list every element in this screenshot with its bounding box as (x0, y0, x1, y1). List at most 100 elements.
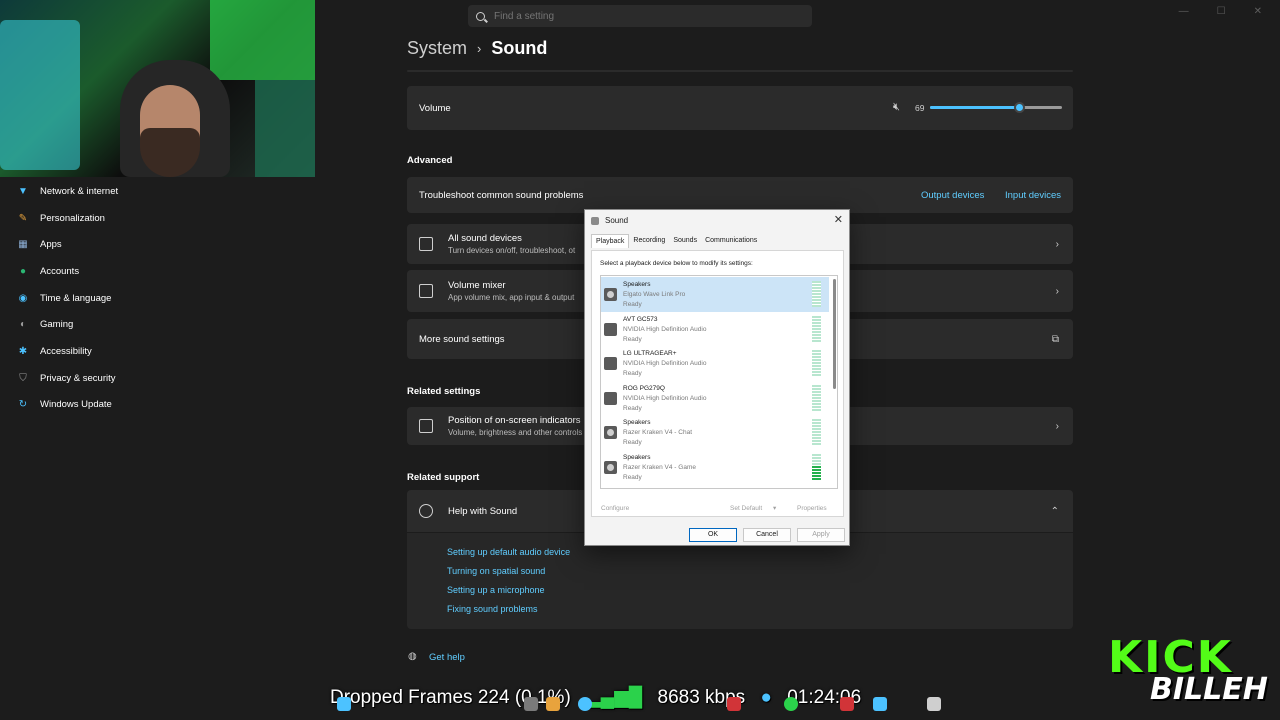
sidebar-item-label: Windows Update (40, 399, 112, 411)
sidebar-item-privacy[interactable]: ⛉ Privacy & security (0, 365, 300, 392)
maximize-icon[interactable]: ☐ (1217, 6, 1226, 17)
sidebar-item-gaming[interactable]: ◐ Gaming (0, 311, 300, 338)
mixer-icon (419, 284, 433, 298)
device-description: NVIDIA High Definition Audio (623, 360, 707, 368)
minimize-icon[interactable]: — (1179, 6, 1189, 17)
taskbar-app-icon[interactable] (927, 697, 941, 711)
playback-device-list[interactable]: Speakers Elgato Wave Link Pro Ready AVT GC5… (600, 275, 838, 489)
device-name: Speakers (623, 281, 651, 288)
help-link-microphone[interactable]: Setting up a microphone (447, 585, 545, 595)
external-link-icon: ⧉ (1051, 333, 1059, 345)
search-input[interactable] (494, 10, 794, 22)
speaker-muted-icon[interactable]: 🔇︎ (893, 101, 905, 113)
globe-icon: ◉ (18, 292, 28, 304)
sidebar: ▼ Network & internet ✎ Personalization ▦… (0, 178, 300, 418)
chevron-right-icon: › (477, 41, 482, 56)
device-status: Ready (623, 474, 642, 481)
start-icon[interactable] (337, 697, 351, 711)
taskbar-app-icon[interactable] (840, 697, 854, 711)
cancel-button[interactable]: Cancel (743, 528, 791, 542)
device-description: NVIDIA High Definition Audio (623, 394, 707, 402)
speaker-icon (591, 216, 599, 225)
playback-device-row[interactable]: AVT GC573 NVIDIA High Definition Audio Rea… (601, 312, 829, 347)
edge-icon[interactable] (578, 697, 592, 711)
dialog-tabs: Playback Recording Sounds Communications (591, 234, 761, 248)
tab-communications[interactable]: Communications (701, 234, 761, 248)
configure-button[interactable]: Configure (601, 505, 629, 512)
dialog-titlebar: Sound (591, 216, 628, 225)
update-icon: ↻ (18, 399, 28, 411)
settings-search[interactable] (468, 5, 812, 27)
device-status: Ready (623, 370, 642, 378)
window-controls: — ☐ ✕ (1179, 6, 1262, 17)
help-link-default-device[interactable]: Setting up default audio device (447, 547, 570, 557)
monitor-device-icon (604, 357, 617, 371)
card-top-fragment (407, 70, 1073, 72)
dialog-title: Sound (605, 216, 629, 225)
chevron-right-icon: › (1055, 285, 1059, 297)
set-default-dropdown-icon[interactable]: ▾ (773, 504, 776, 512)
taskbar-app-icon[interactable] (727, 697, 741, 711)
tab-sounds[interactable]: Sounds (669, 234, 701, 248)
taskbar-app-icon[interactable] (784, 697, 798, 711)
playback-device-row[interactable]: ROG PG279Q NVIDIA High Definition Audio Re… (601, 381, 829, 416)
sidebar-item-windows-update[interactable]: ↻ Windows Update (0, 392, 300, 419)
gamepad-icon: ◐ (19, 319, 27, 331)
sidebar-item-personalization[interactable]: ✎ Personalization (0, 205, 300, 232)
volume-mixer-sub: App volume mix, app input & output (448, 293, 575, 302)
device-level-meter (812, 315, 821, 342)
sidebar-item-accounts[interactable]: ● Accounts (0, 258, 300, 285)
playback-device-row[interactable]: Speakers Razer Kraken V4 - Game Ready (601, 450, 829, 485)
close-icon[interactable]: ✕ (834, 213, 843, 226)
streamer-name-logo: BILLEH (1150, 672, 1268, 707)
volume-slider-thumb[interactable] (1014, 102, 1025, 113)
webcam-background-light (0, 20, 80, 170)
set-default-button[interactable]: Set Default (730, 505, 762, 512)
input-devices-link[interactable]: Input devices (1005, 190, 1061, 201)
device-level-meter (812, 350, 821, 377)
troubleshoot-label: Troubleshoot common sound problems (419, 189, 584, 201)
sidebar-item-label: Network & internet (40, 185, 119, 197)
device-list-scrollbar[interactable] (833, 279, 836, 389)
volume-value: 69 (915, 103, 925, 113)
file-explorer-icon[interactable] (546, 697, 560, 711)
help-link-fixing-sound[interactable]: Fixing sound problems (447, 604, 538, 614)
playback-instruction: Select a playback device below to modify… (600, 260, 753, 267)
get-help-link[interactable]: Get help (429, 652, 465, 663)
playback-device-row[interactable]: LG ULTRAGEAR+ NVIDIA High Definition Audi… (601, 346, 829, 381)
volume-mixer-title: Volume mixer (448, 280, 506, 291)
device-description: Elgato Wave Link Pro (623, 291, 686, 298)
properties-button[interactable]: Properties (797, 505, 827, 512)
taskbar-app-icon[interactable] (524, 697, 538, 711)
breadcrumb: System › Sound (407, 38, 547, 59)
sidebar-item-label: Accessibility (40, 345, 92, 357)
playback-device-row[interactable]: Speakers Razer Kraken V4 - Chat Ready (601, 415, 829, 450)
help-link-spatial-sound[interactable]: Turning on spatial sound (447, 566, 545, 576)
tab-recording[interactable]: Recording (629, 234, 669, 248)
output-devices-link[interactable]: Output devices (921, 190, 984, 201)
playback-device-row[interactable]: Speakers Elgato Wave Link Pro Ready (601, 277, 829, 312)
sidebar-item-accessibility[interactable]: ✱ Accessibility (0, 338, 300, 365)
indicators-title: Position of on-screen indicators (448, 415, 581, 426)
display-icon (419, 419, 433, 433)
apply-button[interactable]: Apply (797, 528, 845, 542)
device-level-fill (812, 465, 821, 480)
device-description: Razer Kraken V4 - Chat (623, 429, 693, 437)
get-help-icon: ◍ (408, 651, 417, 662)
sidebar-item-apps[interactable]: ▦ Apps (0, 231, 300, 258)
section-advanced: Advanced (407, 155, 453, 166)
person-icon: ● (19, 265, 27, 277)
taskbar-app-icon[interactable] (873, 697, 887, 711)
sidebar-item-network[interactable]: ▼ Network & internet (0, 178, 300, 205)
volume-label: Volume (419, 102, 451, 114)
ok-button[interactable]: OK (689, 528, 737, 542)
volume-slider[interactable] (930, 102, 1062, 113)
close-icon[interactable]: ✕ (1254, 6, 1262, 17)
sidebar-item-time-language[interactable]: ◉ Time & language (0, 285, 300, 312)
help-links-panel: Setting up default audio device Turning … (407, 533, 1073, 629)
tab-playback[interactable]: Playback (591, 234, 630, 248)
globe-icon (419, 504, 433, 518)
all-sound-devices-title: All sound devices (448, 233, 522, 244)
speaker-device-icon (604, 461, 617, 474)
breadcrumb-system[interactable]: System (407, 38, 467, 59)
